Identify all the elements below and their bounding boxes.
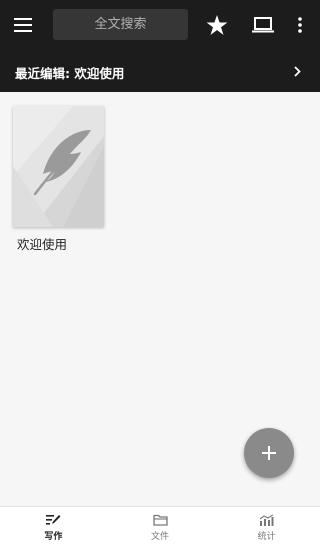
plus-icon	[262, 446, 276, 460]
more-vertical-icon	[298, 17, 302, 33]
star-icon	[206, 14, 228, 35]
note-card[interactable]: 欢迎使用	[13, 106, 105, 252]
bottom-navigation: 写作 文件 统计	[0, 506, 320, 548]
laptop-icon	[252, 17, 274, 33]
recent-edit-label: 最近编辑: 欢迎使用	[15, 66, 125, 81]
folder-icon	[152, 513, 168, 527]
chevron-right-icon	[290, 63, 304, 79]
search-input[interactable]	[53, 9, 188, 40]
menu-button[interactable]	[9, 12, 37, 38]
add-note-button[interactable]	[244, 428, 294, 478]
nav-label-files: 文件	[151, 532, 170, 542]
nav-item-files[interactable]: 文件	[107, 507, 214, 548]
stats-icon	[259, 513, 275, 527]
note-thumbnail	[13, 106, 104, 227]
write-icon	[45, 513, 61, 527]
recent-edit-bar[interactable]: 最近编辑: 欢迎使用	[0, 50, 320, 92]
nav-item-stats[interactable]: 统计	[213, 507, 320, 548]
more-options-button[interactable]	[290, 12, 310, 38]
search-box[interactable]	[53, 9, 188, 40]
nav-item-write[interactable]: 写作	[0, 507, 107, 548]
toolbar	[0, 0, 320, 50]
device-sync-button[interactable]	[250, 12, 276, 38]
notes-grid: 欢迎使用	[0, 92, 320, 506]
app-header: 最近编辑: 欢迎使用	[0, 0, 320, 92]
favorites-button[interactable]	[204, 12, 230, 38]
hamburger-menu-icon	[14, 18, 32, 32]
note-title: 欢迎使用	[17, 237, 68, 252]
nav-label-stats: 统计	[257, 532, 276, 542]
nav-label-write: 写作	[44, 532, 63, 542]
